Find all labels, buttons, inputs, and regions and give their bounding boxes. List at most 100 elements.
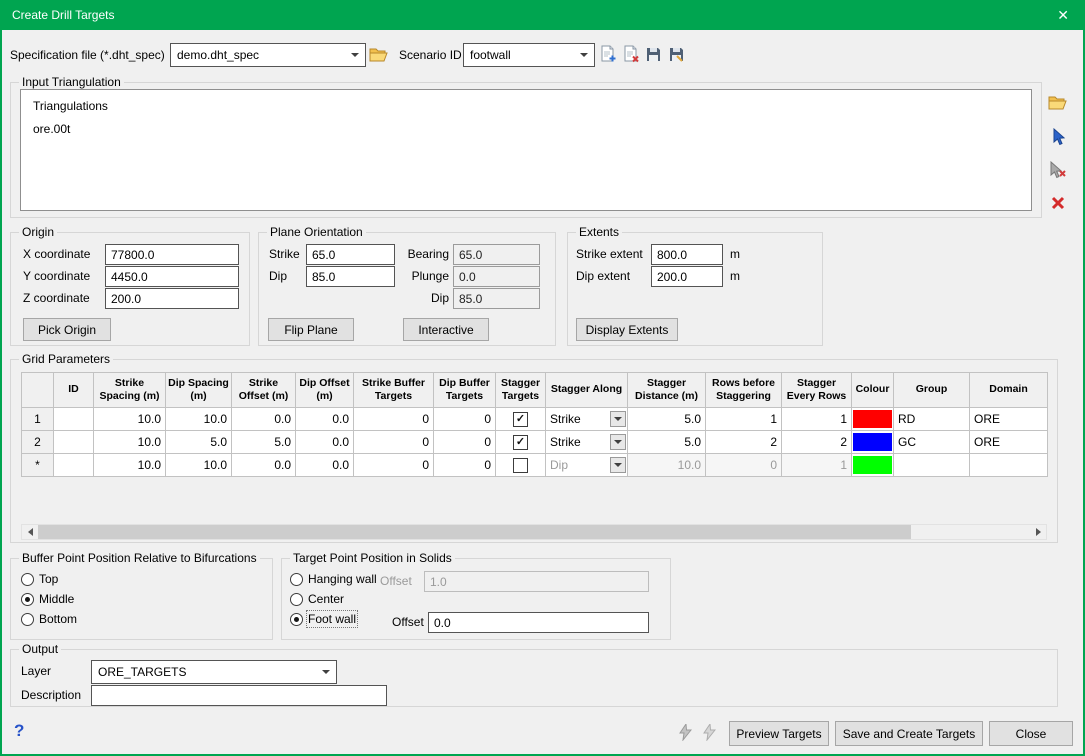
horizontal-scrollbar[interactable] bbox=[21, 524, 1047, 540]
radio-middle[interactable]: Middle bbox=[21, 592, 74, 606]
row-header[interactable]: * bbox=[21, 453, 54, 477]
scroll-track[interactable] bbox=[38, 525, 1030, 539]
col-domain[interactable]: Domain bbox=[969, 372, 1048, 408]
col-stagger-distance[interactable]: Stagger Distance (m) bbox=[627, 372, 706, 408]
cell-stagger-along[interactable]: Strike bbox=[545, 430, 628, 454]
col-stagger-targets[interactable]: Stagger Targets bbox=[495, 372, 546, 408]
cell-group[interactable] bbox=[893, 453, 970, 477]
cell-dip-offset[interactable]: 0.0 bbox=[295, 430, 354, 454]
cell-id[interactable] bbox=[53, 453, 94, 477]
radio-foot-wall[interactable]: Foot wall bbox=[290, 610, 359, 628]
load-triangulation-folder-icon[interactable] bbox=[1048, 95, 1067, 111]
cell-strike-spacing[interactable]: 10.0 bbox=[93, 430, 166, 454]
cell-domain[interactable]: ORE bbox=[969, 430, 1048, 454]
cell-group[interactable]: GC bbox=[893, 430, 970, 454]
chevron-down-icon[interactable] bbox=[351, 53, 359, 57]
cell-stagger-every[interactable]: 2 bbox=[781, 430, 852, 454]
cell-dip-spacing[interactable]: 5.0 bbox=[165, 430, 232, 454]
open-spec-folder-icon[interactable] bbox=[369, 47, 388, 63]
chevron-down-icon[interactable] bbox=[610, 411, 626, 427]
colour-swatch[interactable] bbox=[853, 456, 892, 474]
col-rows-before[interactable]: Rows before Staggering bbox=[705, 372, 782, 408]
deselect-cursor-icon[interactable] bbox=[1048, 161, 1067, 179]
scroll-thumb[interactable] bbox=[38, 525, 911, 539]
cell-colour[interactable] bbox=[851, 407, 894, 431]
strike-input[interactable]: 65.0 bbox=[306, 244, 395, 265]
x-coordinate-input[interactable]: 77800.0 bbox=[105, 244, 239, 265]
cell-domain[interactable] bbox=[969, 453, 1048, 477]
tree-root-triangulations[interactable]: Triangulations bbox=[33, 99, 108, 113]
row-header[interactable]: 1 bbox=[21, 407, 54, 431]
flip-plane-button[interactable]: Flip Plane bbox=[268, 318, 354, 341]
close-icon[interactable]: ✕ bbox=[1053, 6, 1073, 24]
cell-domain[interactable]: ORE bbox=[969, 407, 1048, 431]
radio-circle[interactable] bbox=[21, 572, 34, 586]
chevron-down-icon[interactable] bbox=[610, 434, 626, 450]
radio-circle[interactable] bbox=[290, 572, 303, 586]
cell-strike-buffer[interactable]: 0 bbox=[353, 430, 434, 454]
col-dip-offset[interactable]: Dip Offset (m) bbox=[295, 372, 354, 408]
save-scenario-icon[interactable] bbox=[645, 46, 662, 63]
scenario-combobox[interactable]: footwall bbox=[463, 43, 595, 67]
radio-top[interactable]: Top bbox=[21, 572, 58, 586]
radio-bottom[interactable]: Bottom bbox=[21, 612, 77, 626]
radio-center[interactable]: Center bbox=[290, 592, 344, 606]
dip-input[interactable]: 85.0 bbox=[306, 266, 395, 287]
cell-dip-buffer[interactable]: 0 bbox=[433, 453, 496, 477]
pick-origin-button[interactable]: Pick Origin bbox=[23, 318, 111, 341]
col-strike-spacing[interactable]: Strike Spacing (m) bbox=[93, 372, 166, 408]
cell-dip-buffer[interactable]: 0 bbox=[433, 407, 496, 431]
chevron-down-icon[interactable] bbox=[322, 670, 330, 674]
row-header[interactable]: 2 bbox=[21, 430, 54, 454]
col-strike-offset[interactable]: Strike Offset (m) bbox=[231, 372, 296, 408]
col-stagger-along[interactable]: Stagger Along bbox=[545, 372, 628, 408]
cell-dip-spacing[interactable]: 10.0 bbox=[165, 407, 232, 431]
col-id[interactable]: ID bbox=[53, 372, 94, 408]
cell-strike-spacing[interactable]: 10.0 bbox=[93, 407, 166, 431]
cell-stagger-along[interactable]: Dip bbox=[545, 453, 628, 477]
display-extents-button[interactable]: Display Extents bbox=[576, 318, 678, 341]
stagger-targets-checkbox[interactable] bbox=[513, 457, 528, 473]
description-input[interactable] bbox=[91, 685, 387, 706]
cell-strike-buffer[interactable]: 0 bbox=[353, 453, 434, 477]
cell-rows-before[interactable]: 2 bbox=[705, 430, 782, 454]
cell-stagger-distance[interactable]: 5.0 bbox=[627, 430, 706, 454]
col-group[interactable]: Group bbox=[893, 372, 970, 408]
new-scenario-icon[interactable] bbox=[600, 45, 617, 63]
cell-dip-offset[interactable]: 0.0 bbox=[295, 407, 354, 431]
cell-rows-before[interactable]: 1 bbox=[705, 407, 782, 431]
tree-item-ore[interactable]: ore.00t bbox=[33, 122, 70, 136]
cell-dip-buffer[interactable]: 0 bbox=[433, 430, 496, 454]
lightning-run-icon[interactable] bbox=[678, 724, 692, 741]
cell-strike-offset[interactable]: 5.0 bbox=[231, 430, 296, 454]
y-coordinate-input[interactable]: 4450.0 bbox=[105, 266, 239, 287]
cell-group[interactable]: RD bbox=[893, 407, 970, 431]
cell-dip-offset[interactable]: 0.0 bbox=[295, 453, 354, 477]
cell-colour[interactable] bbox=[851, 453, 894, 477]
title-bar[interactable]: Create Drill Targets ✕ bbox=[2, 2, 1083, 30]
cell-strike-buffer[interactable]: 0 bbox=[353, 407, 434, 431]
cell-strike-offset[interactable]: 0.0 bbox=[231, 453, 296, 477]
stagger-targets-checkbox[interactable]: ✓ bbox=[513, 434, 528, 450]
delete-scenario-icon[interactable] bbox=[623, 45, 640, 63]
spec-file-combobox[interactable]: demo.dht_spec bbox=[170, 43, 366, 67]
radio-circle[interactable] bbox=[290, 612, 303, 626]
cell-colour[interactable] bbox=[851, 430, 894, 454]
radio-circle[interactable] bbox=[290, 592, 303, 606]
cell-stagger-along[interactable]: Strike bbox=[545, 407, 628, 431]
colour-swatch[interactable] bbox=[853, 410, 892, 428]
cell-strike-offset[interactable]: 0.0 bbox=[231, 407, 296, 431]
cell-id[interactable] bbox=[53, 407, 94, 431]
cell-strike-spacing[interactable]: 10.0 bbox=[93, 453, 166, 477]
radio-circle[interactable] bbox=[21, 612, 34, 626]
z-coordinate-input[interactable]: 200.0 bbox=[105, 288, 239, 309]
radio-circle[interactable] bbox=[21, 592, 34, 606]
col-dip-spacing[interactable]: Dip Spacing (m) bbox=[165, 372, 232, 408]
cell-id[interactable] bbox=[53, 430, 94, 454]
scroll-left-button[interactable] bbox=[22, 525, 38, 539]
save-scenario-as-icon[interactable] bbox=[668, 46, 685, 63]
col-strike-buffer[interactable]: Strike Buffer Targets bbox=[353, 372, 434, 408]
cell-stagger-distance[interactable]: 5.0 bbox=[627, 407, 706, 431]
select-cursor-icon[interactable] bbox=[1051, 128, 1066, 146]
preview-targets-button[interactable]: Preview Targets bbox=[729, 721, 829, 746]
